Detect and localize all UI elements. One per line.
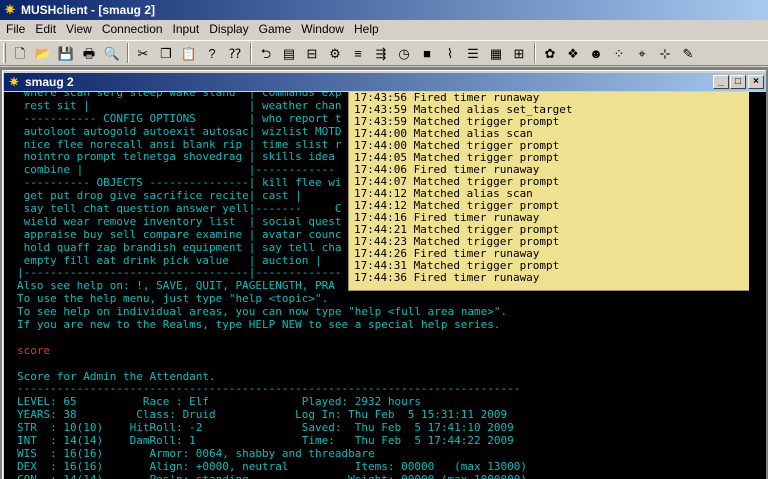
restore-button[interactable]: □ [730,75,746,89]
menu-game[interactable]: Game [255,20,298,39]
output-line: CON : 14(14) Pos'n: standing Weight: 000… [17,473,766,479]
open-icon[interactable]: 📂 [32,42,54,64]
text-attributes-icon[interactable]: ▦ [485,42,507,64]
menu-edit[interactable]: Edit [31,20,62,39]
close-button[interactable]: × [748,75,764,89]
activity-list-icon[interactable]: ☰ [462,42,484,64]
output-line: WIS : 16(16) Armor: 0064, shabby and thr… [17,446,375,460]
find-icon[interactable]: ⌖ [631,42,653,64]
menu-input[interactable]: Input [169,20,206,39]
footprint-icon[interactable]: ⁘ [608,42,630,64]
menu-file[interactable]: File [2,20,31,39]
help-icon[interactable]: ? [201,42,223,64]
app-title-bar[interactable]: ✷ MUSHclient - [smaug 2] [0,0,768,20]
menu-help[interactable]: Help [350,20,385,39]
info-overlay: 17:43:56 Fired timer runaway 17:43:59 Mat… [348,92,749,291]
copy-icon[interactable]: ❐ [155,42,177,64]
toolbar-separator [534,43,536,63]
plugins-icon[interactable]: ✿ [539,42,561,64]
menu-view[interactable]: View [62,20,98,39]
output-icon[interactable]: ■ [416,42,438,64]
app-title: MUSHclient - [smaug 2] [21,3,156,17]
output-line: DEX : 16(16) Align: +0000, neutral Items… [17,459,527,473]
context-help-icon[interactable]: ⁇ [224,42,246,64]
menu-bar: File Edit View Connection Input Display Game Wi… [0,20,768,39]
menu-window[interactable]: Window [297,20,350,39]
paste-icon[interactable]: 📋 [178,42,200,64]
notepad-icon[interactable]: ▤ [278,42,300,64]
output-line: If you are new to the Realms, type HELP … [17,318,501,332]
window-controls: _ □ × [712,75,764,89]
mushclient-app-icon[interactable]: ✷ [2,2,18,18]
output-line: INT : 14(14) DamRoll: 1 Time: Thu Feb 5 … [17,434,514,448]
output-line: score [17,343,51,357]
toolbar-separator [127,43,129,63]
minimize-button[interactable]: _ [713,75,729,89]
menu-connection[interactable]: Connection [98,20,169,39]
toolbar-separator [250,43,252,63]
world-icon[interactable]: ✷ [6,75,22,89]
cut-icon[interactable]: ✂ [132,42,154,64]
mapper-icon[interactable]: ☻ [585,42,607,64]
menu-display[interactable]: Display [205,20,254,39]
world-window-title-bar[interactable]: ✷ smaug 2 [4,73,766,91]
info-line: 17:44:36 Fired timer runaway [354,271,540,284]
print-icon[interactable]: 🖶 [78,42,100,64]
find-again-icon[interactable]: ⊹ [654,42,676,64]
edit-icon[interactable]: ✎ [677,42,699,64]
timers-icon[interactable]: ◷ [393,42,415,64]
aliases-icon[interactable]: ≡ [347,42,369,64]
world-window-title: smaug 2 [25,75,74,89]
reset-all-timers-icon[interactable]: ⊞ [508,42,530,64]
toolbar-grip[interactable] [3,43,6,63]
triggers-icon[interactable]: ⇶ [370,42,392,64]
toolbar: 🗋 📂 💾 🖶 🔍 ✂ ❐ 📋? ⁇ ⮌ ▤ ⊟ ⚙ ≡ ⇶ ◷ ■ ⌇ ☰ ▦ ⊞ ✿ ❖ ☻ ⁘ ⌖ ⊹ ✎ [0,40,768,66]
command-history-icon[interactable]: ⌇ [439,42,461,64]
world-config-icon[interactable]: ⚙ [324,42,346,64]
print-preview-icon[interactable]: 🔍 [101,42,123,64]
connect-icon[interactable]: ⮌ [255,42,277,64]
log-icon[interactable]: ⊟ [301,42,323,64]
save-icon[interactable]: 💾 [55,42,77,64]
package-icon[interactable]: ❖ [562,42,584,64]
new-icon[interactable]: 🗋 [9,42,31,64]
